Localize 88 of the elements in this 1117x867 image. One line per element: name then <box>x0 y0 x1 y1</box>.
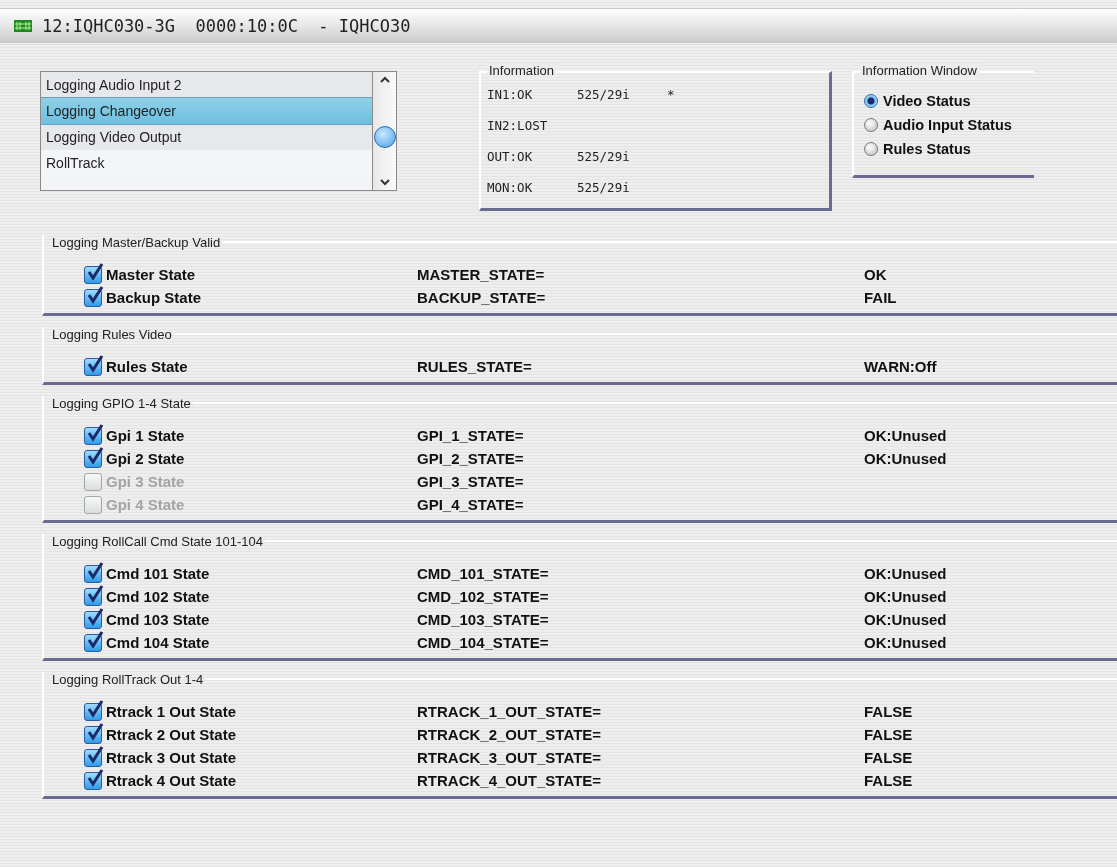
checkbox-label: Cmd 103 State <box>106 611 210 628</box>
variable-name: RTRACK_2_OUT_STATE= <box>417 726 603 743</box>
state-value: FALSE <box>864 703 913 720</box>
checkbox[interactable] <box>84 288 102 307</box>
state-value: OK:Unused <box>864 634 947 651</box>
group-title: Logging RollTrack Out 1-4 <box>51 671 205 687</box>
variable-name: RTRACK_1_OUT_STATE= <box>417 703 603 720</box>
info-text: MON:OK <box>487 180 534 195</box>
state-value: OK:Unused <box>864 588 947 605</box>
checkbox[interactable] <box>84 265 102 284</box>
group-title: Logging RollCall Cmd State 101-104 <box>51 533 264 549</box>
radio-button[interactable] <box>864 94 878 108</box>
state-value: FALSE <box>864 749 913 766</box>
checkbox[interactable] <box>84 357 102 376</box>
checkbox-label: Gpi 1 State <box>106 427 185 444</box>
list-item[interactable]: Logging Video Output <box>41 124 372 150</box>
group-title: Logging GPIO 1-4 State <box>51 395 192 411</box>
checkbox[interactable] <box>84 748 102 767</box>
group-title: Logging Master/Backup Valid <box>51 234 222 250</box>
state-value: WARN:Off <box>864 358 937 375</box>
variable-name: BACKUP_STATE= <box>417 289 547 306</box>
radio-option[interactable]: Audio Input Status <box>864 113 1034 137</box>
variable-name: RULES_STATE= <box>417 358 533 375</box>
info-text: 525/29i <box>577 87 631 102</box>
checkbox[interactable] <box>84 702 102 721</box>
checkbox[interactable] <box>84 449 102 468</box>
list-item[interactable]: Logging Audio Input 2 <box>41 72 372 98</box>
checkbox-label: Cmd 104 State <box>106 634 210 651</box>
radio-button[interactable] <box>864 118 878 132</box>
state-value: FALSE <box>864 726 913 743</box>
checkbox[interactable] <box>84 610 102 629</box>
panel-title: Information Window <box>860 63 979 78</box>
info-text: IN1:OK <box>487 87 534 102</box>
checkbox-label: Gpi 2 State <box>106 450 185 467</box>
panel-title: Information <box>487 63 557 78</box>
variable-name: RTRACK_3_OUT_STATE= <box>417 749 603 766</box>
variable-name: CMD_103_STATE= <box>417 611 550 628</box>
checkbox[interactable] <box>84 495 102 514</box>
state-value: OK <box>864 266 887 283</box>
info-text: IN2:LOST <box>487 118 549 133</box>
checkbox-label: Cmd 102 State <box>106 588 210 605</box>
variable-name: CMD_102_STATE= <box>417 588 550 605</box>
checkbox[interactable] <box>84 771 102 790</box>
checkbox-label: Rtrack 4 Out State <box>106 772 237 789</box>
radio-button[interactable] <box>864 142 878 156</box>
scrollbar[interactable] <box>372 72 396 190</box>
grid-icon <box>14 20 32 32</box>
window-title: 12:IQHC030-3G 0000:10:0C - IQHCO30 <box>42 16 411 36</box>
info-text: * <box>667 87 675 102</box>
variable-name: MASTER_STATE= <box>417 266 546 283</box>
variable-name: CMD_104_STATE= <box>417 634 550 651</box>
checkbox[interactable] <box>84 633 102 652</box>
checkbox-label: Rtrack 1 Out State <box>106 703 237 720</box>
list-item[interactable]: Logging Changeover <box>41 98 372 124</box>
state-value: OK:Unused <box>864 427 947 444</box>
state-value: OK:Unused <box>864 611 947 628</box>
checkbox-label: Gpi 4 State <box>106 496 185 513</box>
scroll-thumb[interactable] <box>373 126 396 148</box>
radio-option[interactable]: Video Status <box>864 89 1034 113</box>
checkbox-label: Rtrack 2 Out State <box>106 726 237 743</box>
state-value: FALSE <box>864 772 913 789</box>
radio-option[interactable]: Rules Status <box>864 137 1034 161</box>
group-title: Logging Rules Video <box>51 326 173 342</box>
info-text: 525/29i <box>577 149 631 164</box>
scroll-up-icon[interactable] <box>378 76 391 84</box>
scroll-down-icon[interactable] <box>378 178 391 186</box>
variable-name: GPI_2_STATE= <box>417 450 525 467</box>
variable-name: RTRACK_4_OUT_STATE= <box>417 772 603 789</box>
state-value: OK:Unused <box>864 450 947 467</box>
checkbox-label: Cmd 101 State <box>106 565 210 582</box>
checkbox-label: Rtrack 3 Out State <box>106 749 237 766</box>
info-text: OUT:OK <box>487 149 534 164</box>
state-value: FAIL <box>864 289 897 306</box>
checkbox[interactable] <box>84 426 102 445</box>
checkbox[interactable] <box>84 472 102 491</box>
checkbox[interactable] <box>84 587 102 606</box>
checkbox[interactable] <box>84 725 102 744</box>
info-text: 525/29i <box>577 180 631 195</box>
variable-name: CMD_101_STATE= <box>417 565 550 582</box>
variable-name: GPI_3_STATE= <box>417 473 525 490</box>
checkbox-label: Master State <box>106 266 196 283</box>
variable-name: GPI_4_STATE= <box>417 496 525 513</box>
checkbox-label: Backup State <box>106 289 202 306</box>
state-value: OK:Unused <box>864 565 947 582</box>
checkbox-label: Rules State <box>106 358 188 375</box>
checkbox-label: Gpi 3 State <box>106 473 185 490</box>
variable-name: GPI_1_STATE= <box>417 427 525 444</box>
checkbox[interactable] <box>84 564 102 583</box>
